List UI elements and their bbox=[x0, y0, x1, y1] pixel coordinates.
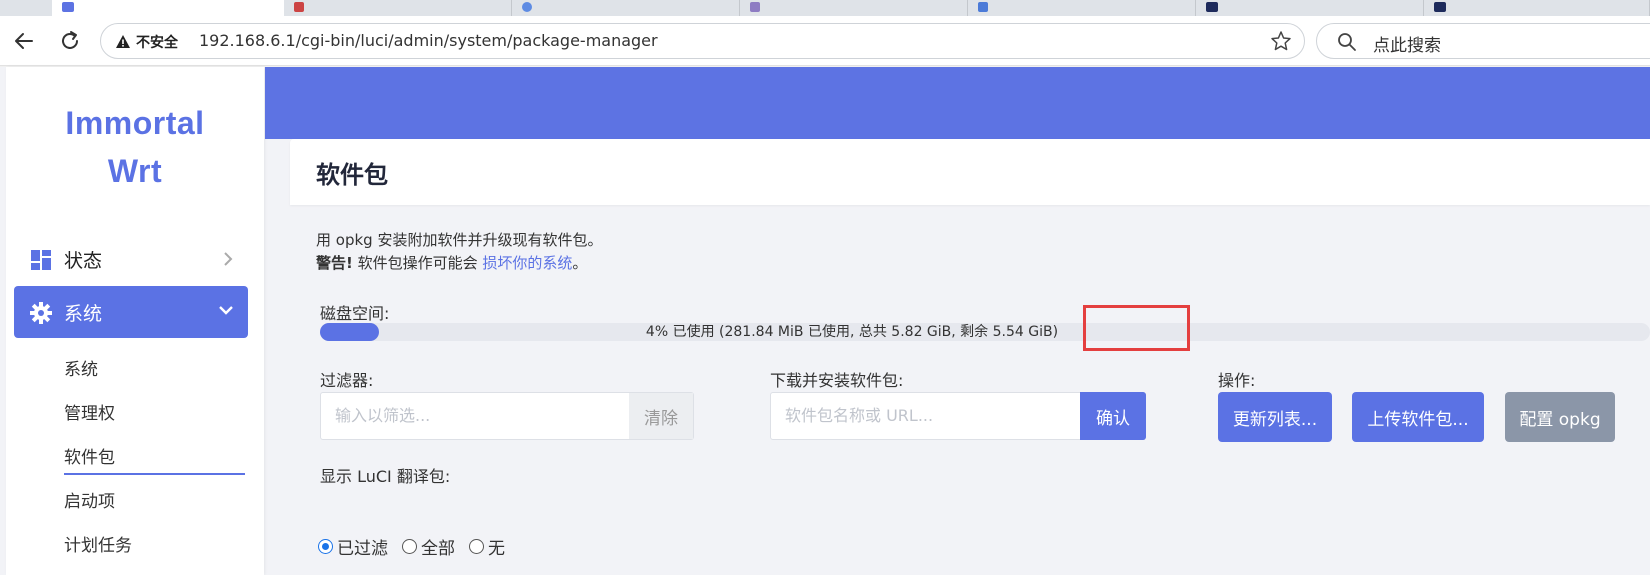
page-favicon-icon bbox=[1206, 2, 1218, 12]
page-favicon-icon bbox=[978, 2, 988, 12]
confirm-button[interactable]: 确认 bbox=[1080, 392, 1146, 440]
search-icon bbox=[1338, 33, 1356, 51]
tab-5[interactable] bbox=[968, 0, 1196, 16]
tab-active[interactable] bbox=[52, 0, 284, 16]
title-card: 软件包 bbox=[290, 139, 1650, 205]
warning-bold: 警告! bbox=[316, 254, 353, 272]
download-group: 确认 bbox=[770, 392, 1146, 440]
submenu-admin[interactable]: 管理权 bbox=[64, 399, 115, 424]
disk-text-prefix: 4% 已使用 (281.84 MiB 已使用, bbox=[645, 324, 859, 340]
dashboard-icon bbox=[31, 250, 51, 270]
luci-translation-label: 显示 LuCI 翻译包: bbox=[320, 467, 451, 486]
sidebar-item-label: 状态 bbox=[64, 250, 103, 272]
tab-3[interactable] bbox=[512, 0, 740, 16]
filter-group: 清除 bbox=[320, 392, 694, 440]
page-favicon-icon bbox=[1434, 2, 1446, 12]
tab-strip bbox=[0, 0, 1650, 16]
radio-label-none[interactable]: 无 bbox=[488, 534, 505, 559]
reload-icon bbox=[62, 31, 78, 49]
page-title: 软件包 bbox=[316, 161, 388, 189]
filter-input[interactable] bbox=[335, 406, 585, 425]
page-favicon-icon bbox=[750, 2, 760, 12]
description: 用 opkg 安装附加软件并升级现有软件包。 bbox=[316, 231, 603, 249]
submenu-scheduled-tasks[interactable]: 计划任务 bbox=[64, 531, 132, 556]
warning-link[interactable]: 损坏你的系统 bbox=[482, 254, 572, 272]
radio-all[interactable] bbox=[402, 539, 417, 554]
submenu-packages[interactable]: 软件包 bbox=[64, 443, 115, 468]
active-submenu-underline bbox=[64, 473, 245, 475]
chevron-down-icon bbox=[219, 306, 233, 315]
filter-label: 过滤器: bbox=[320, 371, 374, 390]
disk-text-total: 总共 5.82 GiB, bbox=[858, 324, 956, 340]
back-button[interactable] bbox=[8, 25, 40, 57]
sidebar-item-status[interactable]: 状态 bbox=[14, 233, 248, 285]
header-banner bbox=[265, 67, 1650, 139]
not-secure-label: 不安全 bbox=[136, 35, 178, 51]
reload-button[interactable] bbox=[54, 25, 86, 57]
actions-label: 操作: bbox=[1218, 371, 1256, 390]
search-placeholder: 点此搜索 bbox=[1373, 36, 1441, 56]
radio-label-filtered[interactable]: 已过滤 bbox=[337, 534, 388, 559]
sidebar: Immortal Wrt 状态 系统 系统 管理权 软件包 启动项 计划任务 bbox=[6, 67, 264, 575]
disk-space-label: 磁盘空间: bbox=[320, 304, 390, 323]
translation-radio-group: 已过滤 全部 无 bbox=[318, 534, 519, 559]
radio-label-all[interactable]: 全部 bbox=[421, 534, 455, 559]
submenu-system[interactable]: 系统 bbox=[64, 355, 98, 380]
update-lists-button[interactable]: 更新列表... bbox=[1218, 392, 1332, 442]
submenu-startup[interactable]: 启动项 bbox=[64, 487, 115, 512]
radio-none[interactable] bbox=[469, 539, 484, 554]
tab-4[interactable] bbox=[740, 0, 968, 16]
radio-filtered[interactable] bbox=[318, 539, 333, 554]
download-label: 下载并安装软件包: bbox=[770, 371, 904, 390]
brand-line1: Immortal bbox=[65, 105, 205, 141]
highlight-annotation-box bbox=[1083, 305, 1190, 351]
page: Immortal Wrt 状态 系统 系统 管理权 软件包 启动项 计划任务 软… bbox=[0, 67, 1650, 575]
tab-7[interactable] bbox=[1424, 0, 1650, 16]
disk-text-suffix: 剩余 5.54 GiB) bbox=[955, 324, 1059, 340]
address-bar[interactable]: 不安全 192.168.6.1/cgi-bin/luci/admin/syste… bbox=[100, 23, 1305, 59]
upload-package-button[interactable]: 上传软件包... bbox=[1352, 392, 1484, 442]
disk-usage-bar: 4% 已使用 (281.84 MiB 已使用, 总共 5.82 GiB, 剩余 … bbox=[320, 323, 1650, 341]
star-icon[interactable] bbox=[1270, 30, 1292, 52]
browser-toolbar: 不安全 192.168.6.1/cgi-bin/luci/admin/syste… bbox=[0, 16, 1650, 66]
disk-usage-text: 4% 已使用 (281.84 MiB 已使用, 总共 5.82 GiB, 剩余 … bbox=[187, 323, 1517, 341]
gear-icon bbox=[30, 302, 52, 324]
globe-favicon-icon bbox=[522, 2, 532, 12]
warning-text: 警告! 软件包操作可能会 损坏你的系统。 bbox=[316, 252, 587, 273]
url-text[interactable]: 192.168.6.1/cgi-bin/luci/admin/system/pa… bbox=[199, 31, 658, 50]
sidebar-item-label: 系统 bbox=[64, 303, 103, 325]
configure-opkg-button[interactable]: 配置 opkg bbox=[1505, 392, 1615, 442]
warning-icon bbox=[116, 35, 130, 48]
brand-line2: Wrt bbox=[107, 153, 163, 189]
back-icon bbox=[15, 33, 33, 49]
clear-button[interactable]: 清除 bbox=[629, 393, 693, 439]
tab-2[interactable] bbox=[284, 0, 512, 16]
warning-body: 软件包操作可能会 bbox=[352, 254, 483, 272]
package-url-input[interactable] bbox=[785, 406, 1035, 425]
chevron-right-icon bbox=[224, 252, 233, 266]
immortalwrt-favicon-icon bbox=[62, 2, 74, 12]
browser-search-box[interactable]: 点此搜索 bbox=[1316, 23, 1650, 59]
tab-6[interactable] bbox=[1196, 0, 1424, 16]
warning-end: 。 bbox=[572, 254, 588, 272]
page-favicon-icon bbox=[294, 2, 304, 12]
brand-logo[interactable]: Immortal Wrt bbox=[6, 99, 264, 195]
